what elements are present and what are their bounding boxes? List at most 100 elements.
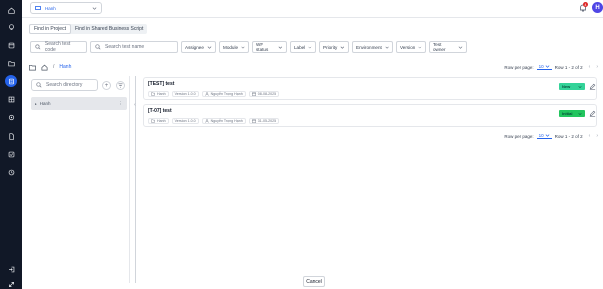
test-title[interactable]: [TEST] test	[148, 81, 174, 87]
owner-chip-label: Nguyễn Trọng Hạnh	[210, 119, 243, 123]
version-chip: Version 1.0.0	[171, 91, 199, 97]
test-name-search[interactable]: Search test name	[90, 41, 178, 53]
test-name-placeholder: Search test name	[105, 44, 145, 50]
project-chip: Hanh	[148, 91, 169, 97]
chevron-down-icon	[545, 65, 550, 68]
environment-filter[interactable]: Environment	[352, 41, 393, 53]
chevron-down-icon	[545, 134, 550, 137]
bulb-icon[interactable]	[6, 22, 16, 32]
prev-page-icon[interactable]: ‹	[589, 133, 591, 139]
chevron-down-icon	[418, 46, 422, 48]
label-filter[interactable]: Label	[290, 41, 316, 53]
breadcrumb-current[interactable]: Hanh	[59, 64, 71, 70]
status-label: Initial	[562, 111, 573, 116]
rows-per-page-value: 10	[538, 64, 544, 69]
assignee-filter[interactable]: Assignee	[181, 41, 216, 53]
test-meta: Hanh Version 1.0.0 Nguyễn Trọng Hạnh 08-…	[148, 91, 280, 97]
test-case-icon[interactable]	[5, 75, 17, 87]
filter-label: Label	[294, 44, 306, 50]
grid-icon[interactable]	[6, 94, 16, 104]
filter-bar: Search test code Search test name Assign…	[30, 41, 467, 53]
rows-per-page-value: 10	[538, 133, 544, 138]
module-filter[interactable]: Module	[219, 41, 249, 53]
more-icon[interactable]: ⋮	[119, 101, 124, 107]
chevron-down-icon	[92, 6, 97, 10]
project-chip-label: Hanh	[157, 119, 166, 123]
date-chip-label: 08-08-2025	[257, 92, 277, 96]
status-label: New	[562, 84, 571, 89]
search-scope-tabs: Find in Project Find in Shared Business …	[29, 24, 148, 34]
add-directory-button[interactable]: +	[102, 81, 111, 90]
next-page-icon[interactable]: ›	[596, 64, 598, 70]
chevron-down-icon	[578, 112, 582, 115]
edit-icon[interactable]	[589, 83, 596, 90]
edit-icon[interactable]	[589, 110, 596, 117]
navigation-rail	[0, 0, 22, 289]
main-panel: Find in Project Find in Shared Business …	[22, 18, 603, 289]
chevron-down-icon	[578, 85, 582, 88]
user-icon	[204, 119, 209, 123]
checklist-icon[interactable]	[6, 149, 16, 159]
date-chip: 31-05-2025	[248, 118, 280, 124]
priority-filter[interactable]: Priority	[319, 41, 349, 53]
status-select[interactable]: New	[559, 83, 585, 90]
project-select[interactable]: Hanh	[30, 2, 102, 14]
rows-per-page-select[interactable]: 10	[536, 133, 552, 139]
date-chip-label: 31-05-2025	[257, 119, 277, 123]
cancel-button[interactable]: Cancel	[303, 276, 325, 287]
test-card[interactable]: [TEST] test Hanh Version 1.0.0 Nguyễn Tr…	[143, 77, 597, 100]
prev-page-icon[interactable]: ‹	[589, 64, 591, 70]
rows-per-page-label: Row per page:	[504, 64, 534, 70]
filter-label: Assignee	[185, 44, 204, 50]
document-icon[interactable]	[6, 131, 16, 141]
expand-icon[interactable]	[6, 279, 16, 289]
box-icon[interactable]	[6, 40, 16, 50]
test-title[interactable]: [T-07] test	[148, 108, 172, 114]
project-name: Hanh	[45, 5, 56, 11]
rows-per-page-select[interactable]: 10	[536, 64, 552, 70]
directory-panel: Search directory + ▸ Hanh ⋮	[29, 76, 130, 283]
breadcrumb: / Hanh	[29, 62, 71, 72]
avatar[interactable]: H	[592, 2, 603, 13]
home-icon[interactable]	[41, 64, 48, 71]
folder-icon[interactable]	[29, 64, 36, 71]
home-icon[interactable]	[6, 5, 16, 15]
monitor-icon	[35, 5, 41, 10]
collapse-panel-icon[interactable]: ‹	[134, 102, 136, 108]
folder-icon[interactable]	[6, 58, 16, 68]
folder-icon	[151, 92, 155, 96]
chevron-down-icon	[458, 45, 463, 49]
filter-label: Environment	[356, 44, 382, 50]
test-code-search[interactable]: Search test code	[30, 41, 87, 53]
directory-item[interactable]: ▸ Hanh ⋮	[31, 97, 127, 110]
directory-search-placeholder: Search directory	[46, 82, 83, 88]
test-code-placeholder: Search test code	[44, 41, 71, 53]
user-icon	[204, 92, 209, 96]
status-select[interactable]: Initial	[559, 110, 585, 117]
project-chip-label: Hanh	[157, 92, 166, 96]
directory-search[interactable]: Search directory	[31, 79, 98, 91]
test-owner-filter[interactable]: Test owner	[429, 41, 467, 53]
settings-icon[interactable]	[6, 167, 16, 177]
filter-directory-button[interactable]	[116, 81, 125, 90]
test-meta: Hanh Version 1.0.0 Nguyễn Trọng Hạnh 31-…	[148, 118, 280, 124]
version-filter[interactable]: Version	[396, 41, 426, 53]
gear-icon[interactable]	[6, 112, 16, 122]
login-icon[interactable]	[6, 264, 16, 274]
next-page-icon[interactable]: ›	[596, 133, 598, 139]
tab-find-in-shared-business-script[interactable]: Find in Shared Business Script	[71, 24, 147, 34]
filter-label: Version	[400, 44, 416, 50]
project-chip: Hanh	[148, 118, 169, 124]
wf-status-filter[interactable]: WF status	[252, 41, 287, 53]
tab-find-in-project[interactable]: Find in Project	[29, 24, 71, 34]
chevron-down-icon	[207, 45, 212, 49]
owner-chip-label: Nguyễn Trọng Hạnh	[210, 92, 243, 96]
chevron-down-icon	[278, 46, 283, 49]
chevron-down-icon	[308, 46, 312, 48]
breadcrumb-separator: /	[53, 64, 55, 70]
caret-right-icon: ▸	[35, 101, 37, 106]
directory-item-label: Hanh	[39, 101, 51, 106]
test-card[interactable]: [T-07] test Hanh Version 1.0.0 Nguyễn Tr…	[143, 104, 597, 127]
chevron-down-icon	[340, 45, 345, 49]
owner-chip: Nguyễn Trọng Hạnh	[201, 91, 246, 97]
